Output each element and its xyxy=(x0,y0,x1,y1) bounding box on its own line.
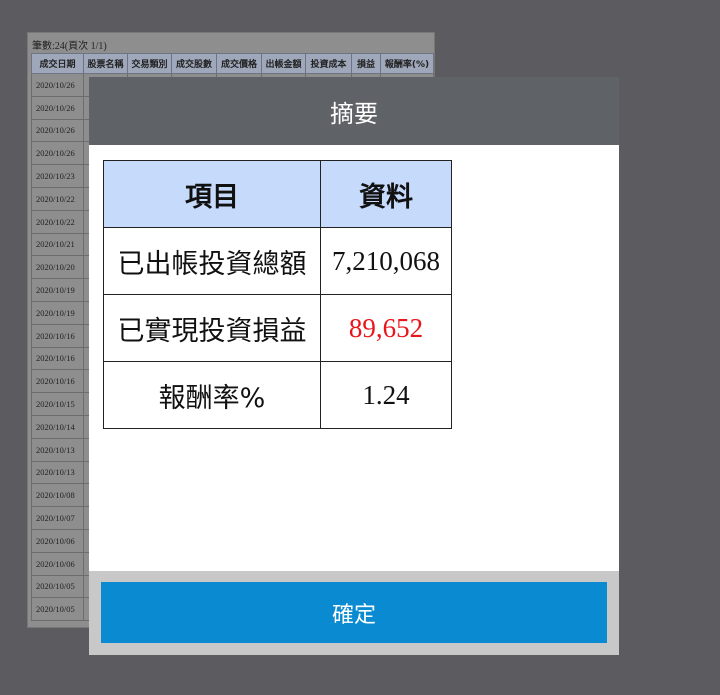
row-label: 報酬率% xyxy=(103,361,321,429)
date-cell: 2020/10/26 xyxy=(31,118,84,143)
date-cell: 2020/10/22 xyxy=(31,209,84,234)
date-cell: 2020/10/16 xyxy=(31,323,84,348)
column-header[interactable]: 損益 xyxy=(351,53,381,74)
date-cell: 2020/10/15 xyxy=(31,392,84,416)
summary-row-return-rate: 報酬率% 1.24 xyxy=(103,361,452,429)
date-cell: 2020/10/05 xyxy=(31,597,84,622)
column-header[interactable]: 投資成本 xyxy=(305,53,352,74)
table-header-row: 成交日期 股票名稱 交易類別 成交股數 成交價格 出帳金額 投資成本 損益 報酬… xyxy=(31,53,434,74)
date-cell: 2020/10/05 xyxy=(31,574,84,599)
confirm-button[interactable]: 確定 xyxy=(101,582,607,643)
row-value: 1.24 xyxy=(320,361,452,429)
column-header[interactable]: 成交價格 xyxy=(216,53,262,74)
row-value: 7,210,068 xyxy=(320,227,452,295)
date-cell: 2020/10/06 xyxy=(31,551,84,576)
dialog-footer: 確定 xyxy=(89,571,619,655)
row-label: 已實現投資損益 xyxy=(103,294,321,362)
date-cell: 2020/10/07 xyxy=(31,506,84,530)
column-header[interactable]: 出帳金額 xyxy=(261,53,306,74)
date-cell: 2020/10/16 xyxy=(31,346,84,371)
date-cell: 2020/10/26 xyxy=(31,73,84,97)
column-header[interactable]: 交易類別 xyxy=(127,53,172,74)
date-cell: 2020/10/19 xyxy=(31,278,84,302)
dialog-title: 摘要 xyxy=(89,77,619,145)
date-cell: 2020/10/13 xyxy=(31,437,84,462)
summary-row-realized-pnl: 已實現投資損益 89,652 xyxy=(103,294,452,362)
item-header: 項目 xyxy=(103,160,321,228)
date-cell: 2020/10/26 xyxy=(31,141,84,166)
date-cell: 2020/10/08 xyxy=(31,483,84,508)
date-cell: 2020/10/16 xyxy=(31,369,84,394)
date-cell: 2020/10/20 xyxy=(31,255,84,280)
column-header[interactable]: 成交股數 xyxy=(171,53,217,74)
date-cell: 2020/10/06 xyxy=(31,528,84,553)
date-cell: 2020/10/21 xyxy=(31,232,84,257)
column-header[interactable]: 成交日期 xyxy=(31,53,84,74)
row-label: 已出帳投資總額 xyxy=(103,227,321,295)
summary-table: 項目 資料 已出帳投資總額 7,210,068 已實現投資損益 89,652 報… xyxy=(103,160,452,429)
row-value: 89,652 xyxy=(320,294,452,362)
summary-dialog: 摘要 項目 資料 已出帳投資總額 7,210,068 已實現投資損益 89,65… xyxy=(89,77,619,655)
date-cell: 2020/10/13 xyxy=(31,460,84,485)
date-cell: 2020/10/23 xyxy=(31,164,84,188)
column-header[interactable]: 報酬率(%) xyxy=(380,53,434,74)
data-header: 資料 xyxy=(320,160,452,228)
date-cell: 2020/10/26 xyxy=(31,95,84,120)
date-cell: 2020/10/22 xyxy=(31,186,84,211)
date-cell: 2020/10/19 xyxy=(31,300,84,325)
summary-row-total-investment: 已出帳投資總額 7,210,068 xyxy=(103,227,452,295)
column-header[interactable]: 股票名稱 xyxy=(83,53,128,74)
record-count: 筆數:24(頁次 1/1) xyxy=(32,41,107,52)
summary-header-row: 項目 資料 xyxy=(103,160,452,228)
date-cell: 2020/10/14 xyxy=(31,414,84,439)
